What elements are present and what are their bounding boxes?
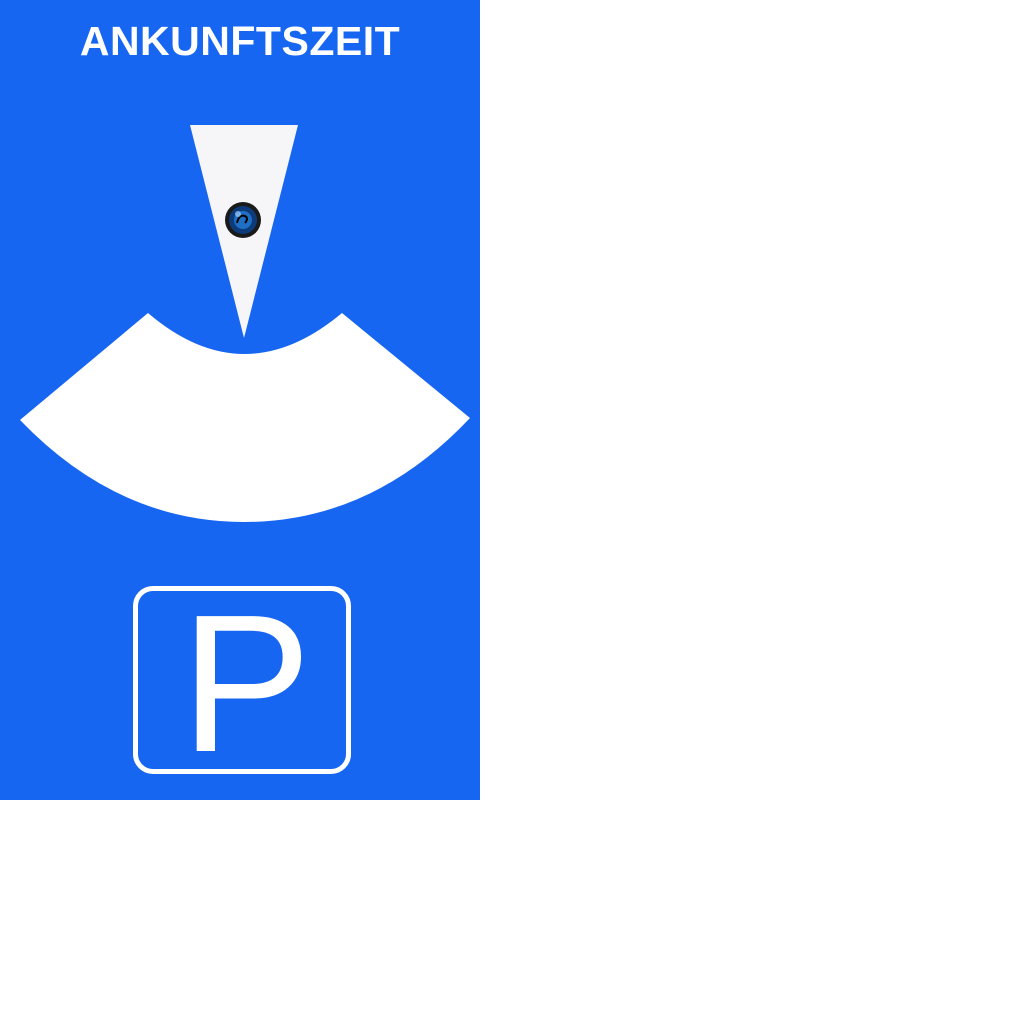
- parking-sign-icon: P: [133, 574, 351, 793]
- parking-disc-card: ANKUNFTSZEIT P: [0, 0, 480, 800]
- rivet-icon: [225, 202, 261, 238]
- dial-window-icon: [20, 313, 470, 522]
- parking-letter: P: [180, 574, 312, 793]
- page: ANKUNFTSZEIT P: [0, 0, 1024, 1024]
